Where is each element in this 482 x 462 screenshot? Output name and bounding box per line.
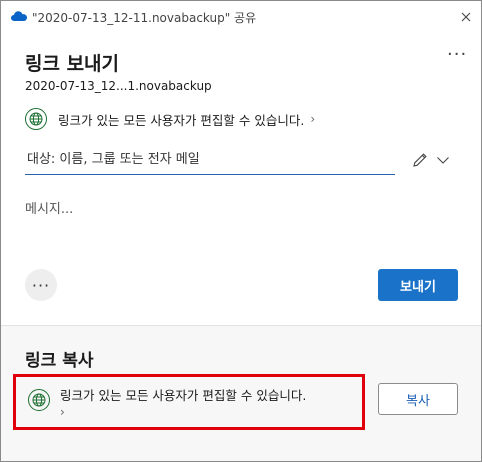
send-permission-setting[interactable]: 링크가 있는 모든 사용자가 편집할 수 있습니다. › <box>25 107 315 131</box>
chevron-down-icon[interactable] <box>436 155 450 165</box>
send-link-section: 링크 보내기 ··· 2020-07-13_12...1.novabackup … <box>1 33 481 325</box>
share-dialog: "2020-07-13_12-11.novabackup" 공유 링크 보내기 … <box>0 0 482 462</box>
close-button[interactable] <box>455 6 477 28</box>
title-bar: "2020-07-13_12-11.novabackup" 공유 <box>1 1 481 33</box>
send-button[interactable]: 보내기 <box>378 269 458 301</box>
more-options-button[interactable]: ··· <box>447 46 467 64</box>
message-input[interactable] <box>25 197 445 221</box>
globe-icon <box>28 389 50 411</box>
globe-icon <box>25 108 47 130</box>
recipients-input[interactable] <box>25 145 395 175</box>
chevron-right-icon: › <box>60 405 65 419</box>
copy-link-section: 링크 복사 링크가 있는 모든 사용자가 편집할 수 있습니다. › 복사 <box>1 326 481 461</box>
send-link-heading: 링크 보내기 <box>25 53 120 75</box>
copy-permission-setting[interactable]: 링크가 있는 모든 사용자가 편집할 수 있습니다. › <box>13 374 365 430</box>
copy-link-heading: 링크 복사 <box>25 351 94 371</box>
options-button[interactable]: ··· <box>25 269 57 301</box>
window-title: "2020-07-13_12-11.novabackup" 공유 <box>32 11 257 25</box>
copy-button[interactable]: 복사 <box>378 383 458 415</box>
onedrive-cloud-icon <box>11 11 27 21</box>
file-name: 2020-07-13_12...1.novabackup <box>25 79 212 93</box>
copy-permission-text: 링크가 있는 모든 사용자가 편집할 수 있습니다. <box>60 388 307 403</box>
chevron-right-icon: › <box>310 112 316 126</box>
pencil-icon[interactable] <box>411 151 429 169</box>
send-permission-text: 링크가 있는 모든 사용자가 편집할 수 있습니다. <box>58 112 305 128</box>
close-icon <box>461 12 471 22</box>
